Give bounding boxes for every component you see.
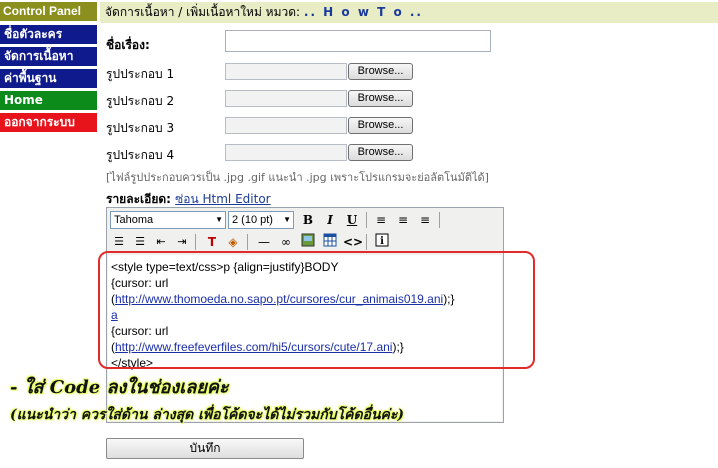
- category-name: .. H o w T o ..: [303, 5, 423, 19]
- toolbar-separator: [247, 234, 248, 250]
- image-format-hint: [ไฟล์รูปประกอบควรเป็น .jpg .gif แนะนำ .j…: [106, 171, 489, 184]
- title-label: ชื่อเรื่อง:: [106, 38, 150, 52]
- control-panel-header: Control Panel: [0, 2, 97, 21]
- svg-text:i: i: [380, 236, 384, 247]
- sidebar-item-settings[interactable]: ค่าพื้นฐาน: [0, 69, 97, 88]
- bold-icon[interactable]: B: [299, 211, 317, 229]
- code-line: (http://www.freefeverfiles.com/hi5/curso…: [111, 339, 499, 355]
- code-line: </style>: [111, 356, 154, 370]
- html-source-icon[interactable]: <>: [343, 233, 363, 251]
- browse-button-2[interactable]: Browse...: [348, 90, 413, 107]
- sidebar-item-content[interactable]: จัดการเนื้อหา: [0, 47, 97, 66]
- sidebar-item-character[interactable]: ชื่อตัวละคร: [0, 25, 97, 44]
- cursor-url-link-1[interactable]: http://www.thomoeda.no.sapo.pt/cursores/…: [115, 292, 443, 306]
- toolbar-separator: [439, 212, 440, 228]
- code-line: {cursor: url: [111, 276, 169, 290]
- toolbar-separator: [366, 234, 367, 250]
- background-color-icon[interactable]: ◈: [224, 233, 242, 251]
- font-select[interactable]: Tahoma ▼: [110, 211, 226, 229]
- image-file-input-2[interactable]: [225, 90, 347, 107]
- info-icon[interactable]: i: [373, 233, 391, 251]
- annotation-instruction: - ใส่ Code ลงในช่องเลยค่ะ: [10, 377, 229, 398]
- text-color-icon[interactable]: T: [203, 233, 221, 251]
- sidebar-item-home[interactable]: Home: [0, 91, 97, 110]
- image-file-input-1[interactable]: [225, 63, 347, 80]
- size-select-value: 2 (10 pt): [232, 214, 273, 226]
- unordered-list-icon[interactable]: ☰: [131, 233, 149, 251]
- browse-button-3[interactable]: Browse...: [348, 117, 413, 134]
- sidebar-item-logout[interactable]: ออกจากระบบ: [0, 113, 97, 132]
- code-line: a: [111, 308, 118, 322]
- annotation-note: (แนะนำว่า ควรใส่ด้าน ล่างสุด เพื่อโค้ดจะ…: [10, 407, 405, 423]
- toolbar-separator: [195, 234, 196, 250]
- code-text: );}: [392, 340, 404, 354]
- code-line: (http://www.thomoeda.no.sapo.pt/cursores…: [111, 291, 499, 307]
- ordered-list-icon[interactable]: ☰: [110, 233, 128, 251]
- browse-button-4[interactable]: Browse...: [348, 144, 413, 161]
- size-select[interactable]: 2 (10 pt) ▼: [228, 211, 294, 229]
- image-label-2: รูปประกอบ 2: [106, 94, 175, 108]
- editor-toolbar-1: Tahoma ▼ 2 (10 pt) ▼ B I U ≡ ≡ ≡: [107, 209, 503, 231]
- link-icon[interactable]: ∞: [277, 233, 295, 251]
- image-file-input-4[interactable]: [225, 144, 347, 161]
- align-right-icon[interactable]: ≡: [416, 211, 434, 229]
- image-label-3: รูปประกอบ 3: [106, 121, 175, 135]
- code-line: <style type=text/css>p {align=justify}BO…: [111, 260, 339, 274]
- code-text: );}: [443, 292, 455, 306]
- italic-icon[interactable]: I: [321, 211, 339, 229]
- image-label-4: รูปประกอบ 4: [106, 148, 175, 162]
- cursor-url-link-2[interactable]: http://www.freefeverfiles.com/hi5/cursor…: [115, 340, 392, 354]
- breadcrumb: จัดการเนื้อหา / เพิ่มเนื้อหาใหม่ หมวด:: [105, 5, 304, 19]
- browse-button-1[interactable]: Browse...: [348, 63, 413, 80]
- chevron-down-icon: ▼: [215, 215, 223, 224]
- image-file-input-3[interactable]: [225, 117, 347, 134]
- detail-label-text: รายละเอียด:: [106, 192, 171, 206]
- toolbar-separator: [366, 212, 367, 228]
- image-label-1: รูปประกอบ 1: [106, 67, 175, 81]
- chevron-down-icon: ▼: [283, 215, 291, 224]
- page-header: จัดการเนื้อหา / เพิ่มเนื้อหาใหม่ หมวด: .…: [100, 2, 718, 23]
- horizontal-rule-icon[interactable]: —: [255, 233, 273, 251]
- title-input[interactable]: [225, 30, 491, 52]
- save-button[interactable]: บันทึก: [106, 438, 304, 459]
- image-icon[interactable]: [299, 233, 317, 251]
- underline-icon[interactable]: U: [343, 211, 361, 229]
- align-left-icon[interactable]: ≡: [372, 211, 390, 229]
- code-line: {cursor: url: [111, 324, 169, 338]
- table-icon[interactable]: [321, 233, 339, 251]
- outdent-icon[interactable]: ⇤: [152, 233, 170, 251]
- align-center-icon[interactable]: ≡: [394, 211, 412, 229]
- font-select-value: Tahoma: [114, 214, 154, 226]
- editor-toolbar-2: ☰ ☰ ⇤ ⇥ T ◈ — ∞ <> i: [107, 231, 503, 253]
- hide-html-editor-link[interactable]: ซ่อน Html Editor: [175, 192, 270, 206]
- indent-icon[interactable]: ⇥: [173, 233, 191, 251]
